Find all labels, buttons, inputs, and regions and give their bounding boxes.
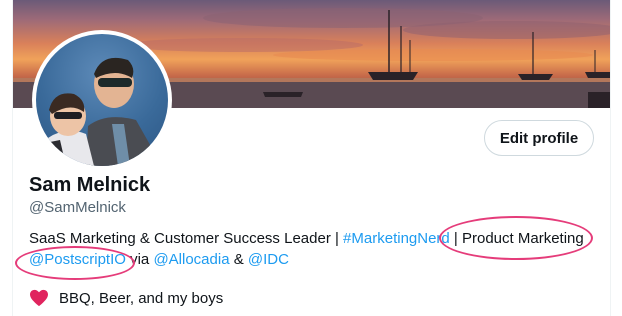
profile-location: BBQ, Beer, and my boys	[29, 289, 223, 307]
profile-card: Edit profile Sam Melnick @SamMelnick Saa…	[12, 0, 611, 316]
mention-link-idc[interactable]: @IDC	[248, 251, 289, 268]
bio-text: &	[229, 251, 248, 268]
bio-text: via	[125, 251, 154, 268]
heart-icon	[30, 289, 48, 307]
edit-profile-button[interactable]: Edit profile	[484, 120, 594, 156]
avatar[interactable]	[36, 34, 168, 166]
display-name: Sam Melnick	[29, 174, 151, 196]
bio-text: | Product Marketing	[449, 230, 584, 247]
hashtag-link-marketingnerd[interactable]: #MarketingNerd	[343, 230, 450, 247]
bio-line-2: @PostscriptIO via @Allocadia & @IDC	[29, 250, 609, 271]
avatar-photo	[42, 57, 162, 166]
bio-line-1: SaaS Marketing & Customer Success Leader…	[29, 229, 609, 250]
location-text: BBQ, Beer, and my boys	[59, 289, 224, 307]
bio: SaaS Marketing & Customer Success Leader…	[29, 229, 609, 271]
username-handle: @SamMelnick	[29, 199, 126, 216]
avatar-frame[interactable]	[32, 30, 172, 170]
mention-link-postscriptio[interactable]: @PostscriptIO	[29, 251, 126, 268]
mention-link-allocadia[interactable]: @Allocadia	[153, 251, 229, 268]
bio-text: SaaS Marketing & Customer Success Leader…	[29, 230, 344, 247]
